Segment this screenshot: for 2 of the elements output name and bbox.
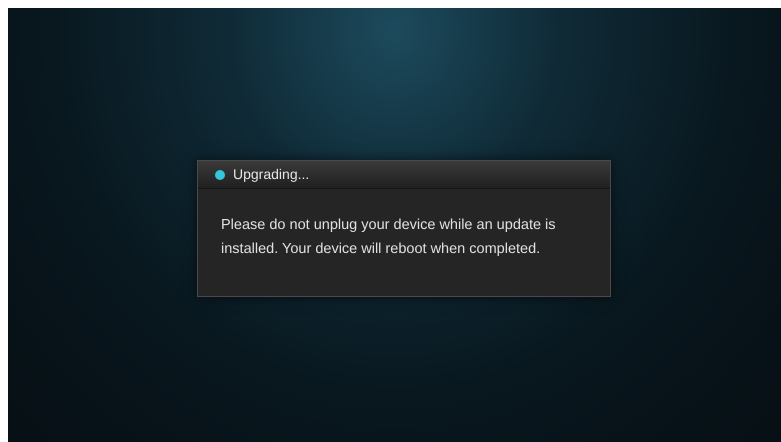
dialog-message: Please do not unplug your device while an update is installed. Your device will reboot when completed. bbox=[221, 216, 557, 259]
dialog-title: Upgrading... bbox=[233, 165, 310, 184]
